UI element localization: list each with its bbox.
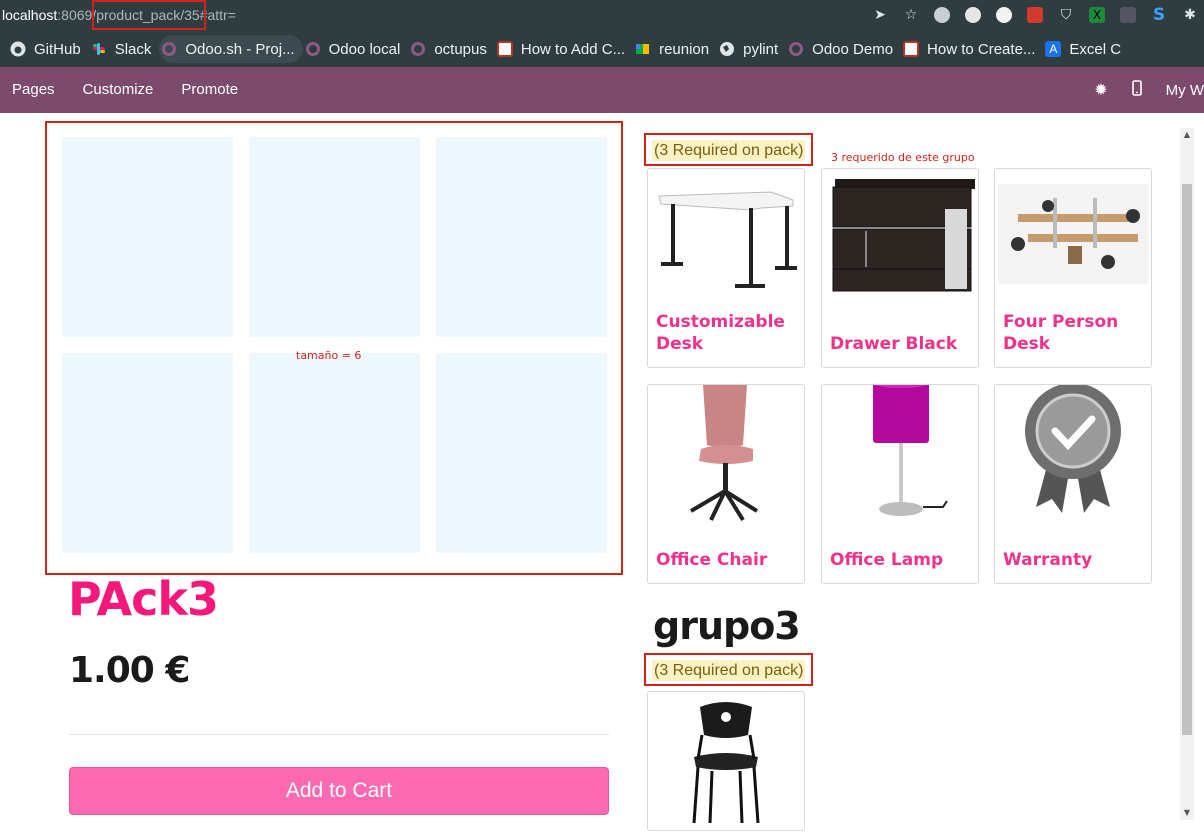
image-placeholder	[249, 137, 420, 337]
bookmark-odoo-local[interactable]: Odoo local	[303, 35, 409, 63]
scroll-up-arrow[interactable]: ▲	[1180, 128, 1194, 142]
page-scrollbar[interactable]: ▲ ▼	[1180, 128, 1194, 820]
odoo-icon	[788, 41, 804, 57]
shield-icon[interactable]: ⛉	[1056, 5, 1076, 25]
extension-icon[interactable]	[994, 5, 1014, 25]
browser-address-bar[interactable]: localhost:8069/product_pack/35#attr= ➤ ☆…	[0, 0, 1204, 31]
odoo-editor-bar: Pages Customize Promote ✹ My W	[0, 67, 1204, 113]
mobile-icon[interactable]	[1131, 80, 1142, 100]
bookmark-odoo-demo[interactable]: Odoo Demo	[786, 35, 901, 63]
pack-item-name: Customizable Desk	[656, 312, 785, 354]
pack-item-name: Four Person Desk	[1003, 312, 1119, 354]
image-placeholder	[62, 137, 233, 337]
bookmarks-bar: GitHub Slack Odoo.sh - Proj... Odoo loca…	[0, 31, 1204, 67]
bookmark-icon	[903, 41, 920, 57]
odoo-icon	[161, 41, 177, 57]
menu-promote[interactable]: Promote	[181, 81, 238, 98]
warranty-badge-icon	[995, 385, 1151, 515]
bookmark-icon	[496, 41, 513, 57]
required-highlight-box: (3 Required on pack)	[644, 133, 813, 166]
odoo-icon	[410, 41, 426, 57]
pack-item-card[interactable]: Warranty	[994, 384, 1152, 584]
star-icon[interactable]: ☆	[901, 5, 921, 25]
image-placeholder	[436, 137, 607, 337]
drawer-icon	[822, 169, 978, 299]
github-icon	[10, 41, 26, 57]
bookmark-reunion[interactable]: reunion	[633, 35, 717, 63]
image-placeholder	[436, 353, 607, 553]
s-icon[interactable]: S	[1149, 5, 1169, 25]
divider	[69, 734, 609, 735]
chair-icon	[648, 385, 804, 522]
puzzle-icon[interactable]: ✱	[1180, 5, 1200, 25]
send-icon[interactable]: ➤	[870, 5, 890, 25]
pack-item-card[interactable]: Office Chair	[647, 384, 805, 584]
bookmark-odoo-sh[interactable]: Odoo.sh - Proj...	[159, 35, 303, 63]
bookmark-slack[interactable]: Slack	[89, 35, 160, 63]
odoo-icon	[305, 41, 321, 57]
zip-icon[interactable]	[1118, 5, 1138, 25]
pack-item-name: Drawer Black	[830, 334, 958, 354]
required-highlight-box: (3 Required on pack)	[644, 653, 813, 686]
pack-item-card[interactable]: Office Lamp	[821, 384, 979, 584]
scroll-down-arrow[interactable]: ▼	[1180, 806, 1194, 820]
image-placeholder	[62, 353, 233, 553]
globe-icon	[719, 41, 735, 57]
bookmark-github[interactable]: GitHub	[8, 35, 89, 63]
grid-size-note: tamaño = 6	[296, 349, 362, 362]
pack-item-card[interactable]	[647, 691, 805, 831]
pack-item-name: Office Chair	[656, 550, 768, 570]
bookmark-how-to-add[interactable]: How to Add C...	[495, 35, 633, 63]
slack-icon	[91, 41, 107, 57]
translate-icon: A	[1045, 41, 1062, 57]
bookmark-octupus[interactable]: octupus	[408, 35, 495, 63]
required-badge: (3 Required on pack)	[652, 660, 806, 681]
product-title: PAck3	[68, 572, 219, 626]
extension-icon[interactable]	[1025, 5, 1045, 25]
extension-icon[interactable]	[932, 5, 952, 25]
pack-item-card[interactable]: Customizable Desk	[647, 168, 805, 368]
pack-item-card[interactable]: Four Person Desk	[994, 168, 1152, 368]
bookmark-how-to-create[interactable]: How to Create...	[901, 35, 1043, 63]
url-highlight-box	[92, 0, 206, 30]
pack-item-name: Office Lamp	[830, 550, 944, 570]
extension-icon[interactable]	[963, 5, 983, 25]
scrollbar-thumb[interactable]	[1182, 184, 1192, 735]
required-badge: (3 Required on pack)	[652, 140, 806, 161]
my-website-menu[interactable]: My W	[1166, 82, 1204, 99]
desk-icon	[648, 169, 804, 299]
image-placeholder	[249, 353, 420, 553]
group-required-note: 3 requerido de este grupo	[831, 151, 975, 164]
extension-icon[interactable]: X	[1087, 5, 1107, 25]
bookmark-pylint[interactable]: pylint	[717, 35, 786, 63]
group-title: grupo3	[653, 604, 801, 648]
pack-item-card[interactable]: Drawer Black	[821, 168, 979, 368]
lamp-icon	[822, 385, 978, 516]
menu-pages[interactable]: Pages	[12, 81, 55, 98]
bug-icon[interactable]: ✹	[1094, 80, 1107, 100]
stacking-chair-icon	[648, 692, 804, 827]
product-price: 1.00 €	[69, 650, 190, 691]
meet-icon	[635, 41, 651, 57]
menu-customize[interactable]: Customize	[83, 81, 154, 98]
office-desk-icon	[995, 169, 1151, 299]
pack-item-name: Warranty	[1003, 550, 1093, 570]
add-to-cart-button[interactable]: Add to Cart	[69, 767, 609, 815]
bookmark-excel[interactable]: A Excel C	[1043, 35, 1129, 63]
